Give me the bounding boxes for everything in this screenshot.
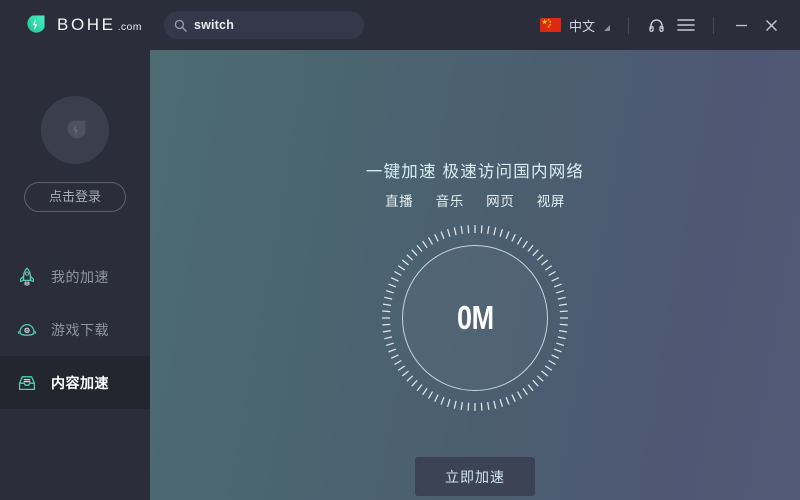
dropdown-triangle-icon <box>604 24 610 31</box>
close-icon[interactable] <box>756 10 786 40</box>
bohe-droplet-logo-icon <box>22 12 48 38</box>
search-icon <box>174 19 187 32</box>
china-flag-icon: ★ ★ ★ ★ ★ <box>539 18 561 32</box>
sidebar-item-label: 游戏下载 <box>51 321 109 338</box>
brand-name: BOHE <box>57 15 116 34</box>
body-area: 点击登录 我的加速 游戏下载 内容加速 一键加速 极速访问国内网络 直播 音乐 … <box>0 50 800 500</box>
headset-support-icon[interactable] <box>641 10 671 40</box>
login-button[interactable]: 点击登录 <box>24 182 126 212</box>
tag-video[interactable]: 视屏 <box>537 194 565 209</box>
divider <box>628 16 629 34</box>
title-bar: BOHE .com switch ★ ★ ★ ★ ★ 中文 <box>0 0 800 50</box>
brand-suffix: .com <box>117 21 142 33</box>
avatar[interactable] <box>41 96 109 164</box>
brand-text: BOHE .com <box>57 15 142 35</box>
search-input-value: switch <box>193 17 235 32</box>
titlebar-controls: ★ ★ ★ ★ ★ 中文 <box>534 0 800 50</box>
tag-live[interactable]: 直播 <box>385 194 413 209</box>
sidebar-item-content-acceleration[interactable]: 内容加速 <box>0 356 150 409</box>
alien-ufo-icon <box>16 319 38 341</box>
gauge-value: 0M <box>456 299 494 336</box>
page-title: 一键加速 极速访问国内网络 <box>365 163 585 181</box>
rocket-icon <box>16 266 38 288</box>
minimize-icon[interactable] <box>726 10 756 40</box>
main-content: 一键加速 极速访问国内网络 直播 音乐 网页 视屏 0M 立即加速 <box>150 50 800 500</box>
sidebar: 点击登录 我的加速 游戏下载 内容加速 <box>0 50 150 500</box>
search-input[interactable]: switch <box>163 11 364 39</box>
brand-logo: BOHE .com <box>22 12 142 38</box>
category-tags: 直播 音乐 网页 视屏 <box>150 190 800 210</box>
user-avatar-placeholder-icon <box>62 117 89 144</box>
tag-webpage[interactable]: 网页 <box>486 194 514 209</box>
tag-music[interactable]: 音乐 <box>436 194 464 209</box>
hamburger-menu-icon[interactable] <box>671 10 701 40</box>
sidebar-item-label: 内容加速 <box>51 374 109 391</box>
app-window: BOHE .com switch ★ ★ ★ ★ ★ 中文 点击登录 我的加速 … <box>0 0 800 500</box>
language-label: 中文 <box>568 18 595 34</box>
sidebar-item-label: 我的加速 <box>51 268 109 285</box>
sidebar-item-my-acceleration[interactable]: 我的加速 <box>0 250 150 303</box>
sidebar-item-game-download[interactable]: 游戏下载 <box>0 303 150 356</box>
sidebar-nav: 我的加速 游戏下载 内容加速 <box>0 250 150 409</box>
accelerate-now-button[interactable]: 立即加速 <box>415 457 535 496</box>
divider <box>713 16 714 34</box>
language-selector[interactable]: ★ ★ ★ ★ ★ 中文 <box>534 16 616 35</box>
inbox-download-icon <box>16 372 38 394</box>
speed-gauge: 0M <box>380 223 570 413</box>
gauge-inner-circle[interactable]: 0M <box>402 245 548 391</box>
